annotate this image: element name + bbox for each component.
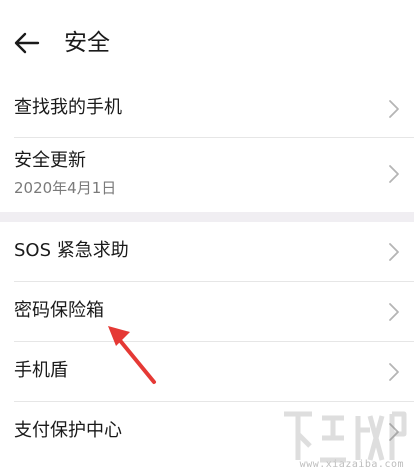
header: 安全 [0,0,414,80]
row-label: 支付保护中心 [14,420,122,441]
chevron-right-icon [389,165,399,183]
settings-group-1: 查找我的手机 安全更新 2020年4月1日 [0,80,414,212]
security-settings-screen: 安全 查找我的手机 安全更新 2020年4月1日 SOS 紧急求助 密码保险箱 … [0,0,414,472]
row-label: 手机盾 [14,360,68,381]
arrow-left-icon [14,32,40,54]
row-find-my-phone[interactable]: 查找我的手机 [0,80,414,138]
watermark-url: www.xiazaiba.com [299,459,404,470]
row-sos-emergency[interactable]: SOS 紧急求助 [0,222,414,282]
row-phone-shield[interactable]: 手机盾 [0,342,414,402]
annotation-arrow-icon [108,326,156,384]
row-label: 安全更新 [14,150,86,171]
row-sublabel-date: 2020年4月1日 [14,179,117,197]
section-separator [0,212,414,222]
chevron-right-icon [389,303,399,321]
row-label: SOS 紧急求助 [14,240,129,261]
row-label: 密码保险箱 [14,300,104,321]
row-security-update[interactable]: 安全更新 2020年4月1日 [0,138,414,212]
row-label: 查找我的手机 [14,97,122,118]
page-title: 安全 [64,30,110,56]
chevron-right-icon [389,363,399,381]
chevron-right-icon [389,243,399,261]
chevron-right-icon [389,100,399,118]
back-button[interactable] [10,26,44,60]
row-password-vault[interactable]: 密码保险箱 [0,282,414,342]
